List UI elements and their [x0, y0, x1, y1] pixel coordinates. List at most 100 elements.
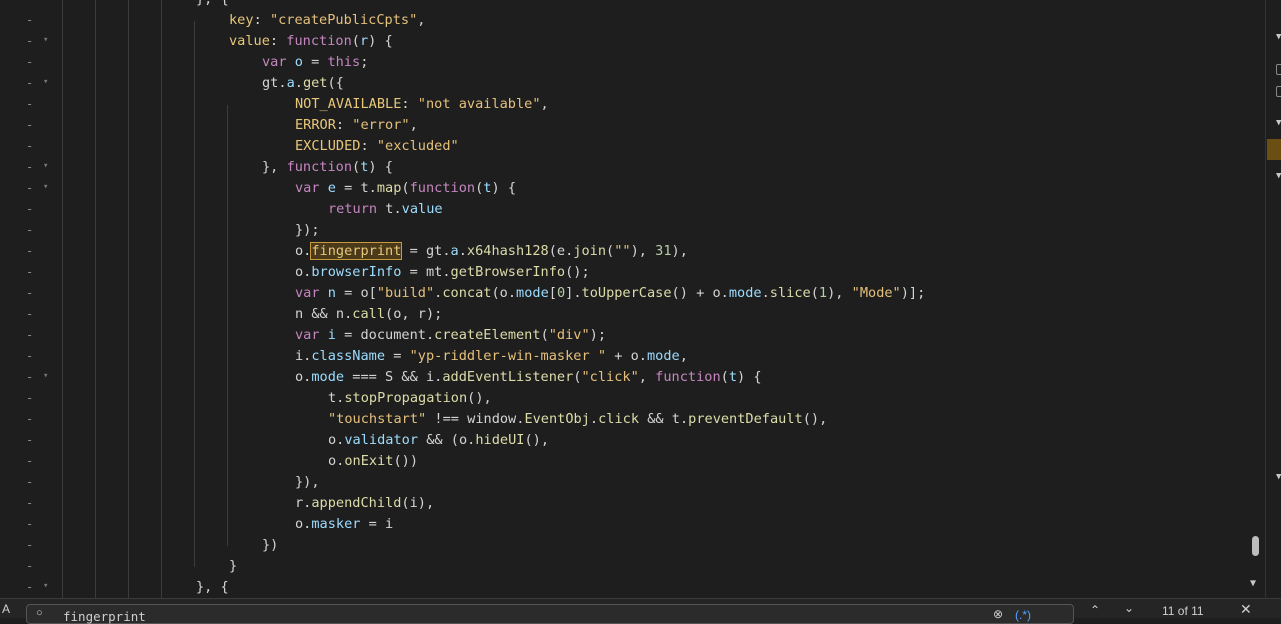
code-line[interactable]: - o.browserInfo = mt.getBrowserInfo(); [0, 262, 1265, 283]
code-line[interactable]: -}); [0, 220, 1265, 241]
code-token: stopPropagation [344, 390, 468, 406]
chevron-down-icon[interactable]: ▼ [1276, 171, 1281, 181]
code-token: }), [295, 474, 320, 490]
code-token: gt. [262, 75, 287, 91]
code-line[interactable]: - var o = this; [0, 52, 1265, 73]
code-text: }, { [196, 0, 229, 9]
code-token: mode [646, 348, 680, 364]
fold-chevron-icon[interactable]: ▾ [43, 31, 53, 50]
chevron-down-icon[interactable]: ▼ [1276, 472, 1281, 482]
scroll-down-icon[interactable]: ▼ [1250, 578, 1256, 589]
code-token: mode [728, 285, 762, 301]
code-line[interactable]: - o.validator && (o.hideUI(), [0, 430, 1265, 451]
code-line[interactable]: - ▾ o.mode === S && i.addEventListener ("cl… [0, 367, 1265, 388]
code-line[interactable]: - ERROR: "error", [0, 115, 1265, 136]
chevron-up-icon[interactable]: ⌃ [1090, 603, 1100, 617]
code-token: )]; [900, 285, 926, 301]
code-token: t. [328, 390, 345, 406]
code-line[interactable]: - var n = o["build".concat(o.mode[0].toUp… [0, 283, 1265, 304]
code-token: . [458, 243, 467, 259]
code-line[interactable]: -} [0, 556, 1265, 577]
code-token: ), [630, 243, 656, 259]
code-line[interactable]: - t.stopPropagation(), [0, 388, 1265, 409]
code-token: ), [671, 243, 688, 259]
fold-chevron-icon[interactable]: ▾ [43, 178, 53, 197]
code-line[interactable]: - i.className = "yp-riddler-win-masker " … [0, 346, 1265, 367]
code-token: o. [328, 432, 345, 448]
code-line[interactable]: -}, { [0, 0, 1265, 10]
checkbox[interactable] [1276, 64, 1281, 75]
code-text: }), [295, 473, 320, 492]
fold-chevron-icon[interactable]: ▾ [43, 577, 53, 596]
code-token: ( [401, 180, 410, 196]
code-line[interactable]: - ▾}, function(t) { [0, 157, 1265, 178]
code-token: , [638, 369, 656, 385]
regex-toggle[interactable]: (.*) [1015, 608, 1031, 622]
code-text: EXCLUDED: "excluded" [295, 137, 459, 156]
code-text: o.onExit()) [328, 452, 418, 471]
code-line[interactable]: - o.masker = i [0, 514, 1265, 535]
code-text: ERROR: "error", [295, 116, 418, 135]
code-line[interactable]: -}), [0, 472, 1265, 493]
code-token: call [352, 306, 386, 322]
code-token: o. [295, 264, 312, 280]
code-token: . [761, 285, 770, 301]
match-count: 11 of 11 [1162, 604, 1204, 618]
code-line[interactable]: - ▾ value: function(r) { [0, 31, 1265, 52]
code-line[interactable]: - return t.value [0, 199, 1265, 220]
code-token: t [728, 369, 738, 385]
case-toggle[interactable]: A [2, 602, 10, 616]
code-line[interactable]: - o.onExit()) [0, 451, 1265, 472]
code-text: "touchstart" !== window.EventObj.click &… [328, 410, 827, 429]
code-line[interactable]: -}) [0, 535, 1265, 556]
fold-chevron-icon[interactable]: ▾ [43, 73, 53, 92]
code-token: addEventListener [442, 369, 574, 385]
scrollbar-thumb[interactable] [1252, 536, 1259, 556]
search-icon: ○ [36, 607, 43, 619]
code-token: "" [614, 243, 631, 259]
code-line[interactable]: - var i = document.createElement("div"); [0, 325, 1265, 346]
code-text: o.browserInfo = mt.getBrowserInfo(); [295, 263, 590, 282]
chevron-down-icon[interactable]: ⌄ [1124, 601, 1134, 615]
fold-chevron-icon[interactable]: ▾ [43, 157, 53, 176]
code-token: = gt. [401, 243, 451, 259]
chevron-down-icon[interactable]: ▼ [1276, 32, 1281, 42]
code-token: key [229, 12, 254, 28]
code-token: [ [548, 285, 557, 301]
code-line[interactable]: - ▾ gt.a.get({ [0, 73, 1265, 94]
code-line[interactable]: - EXCLUDED: "excluded" [0, 136, 1265, 157]
code-line[interactable]: - NOT_AVAILABLE: "not available", [0, 94, 1265, 115]
code-line[interactable]: - ▾ var e = t.map(function(t) { [0, 178, 1265, 199]
code-line[interactable]: - key: "createPublicCpts", [0, 10, 1265, 31]
chevron-down-icon[interactable]: ▼ [1276, 118, 1281, 128]
clear-icon[interactable]: ⊗ [993, 607, 1003, 621]
code-line[interactable]: - o.fingerprint = gt.a.x64hash128(e.join(… [0, 241, 1265, 262]
fold-chevron-icon[interactable]: ▾ [43, 367, 53, 386]
code-token: 1 [818, 285, 828, 301]
code-line[interactable]: - "touchstart" !== window.EventObj.click … [0, 409, 1265, 430]
code-token: "createPublicCpts" [269, 12, 418, 28]
code-token: "yp-riddler-win-masker " [409, 348, 607, 364]
search-field[interactable]: ○ fingerprint ⊗ (.*) [26, 604, 1074, 624]
code-editor[interactable]: -}, {-key: "createPublicCpts",-▾value: f… [0, 0, 1265, 598]
code-line[interactable]: - n && n.call(o, r); [0, 304, 1265, 325]
code-text: o.validator && (o.hideUI(), [328, 431, 549, 450]
line-marker: - [26, 244, 34, 258]
code-token: "build" [376, 285, 435, 301]
close-icon[interactable]: ✕ [1240, 601, 1252, 618]
code-token: o. [295, 369, 312, 385]
code-token: "Mode" [851, 285, 901, 301]
code-token: ERROR [295, 117, 336, 133]
line-marker: - [26, 265, 34, 279]
code-line[interactable]: - ▾}, { [0, 577, 1265, 598]
code-text: r.appendChild(i), [295, 494, 434, 513]
code-line[interactable]: - r.appendChild(i), [0, 493, 1265, 514]
checkbox[interactable] [1276, 86, 1281, 97]
code-text: key: "createPublicCpts", [229, 11, 425, 30]
code-token: (); [565, 264, 590, 280]
code-token: o. [295, 516, 312, 532]
code-token: value [229, 33, 270, 49]
code-token: this [327, 54, 361, 70]
